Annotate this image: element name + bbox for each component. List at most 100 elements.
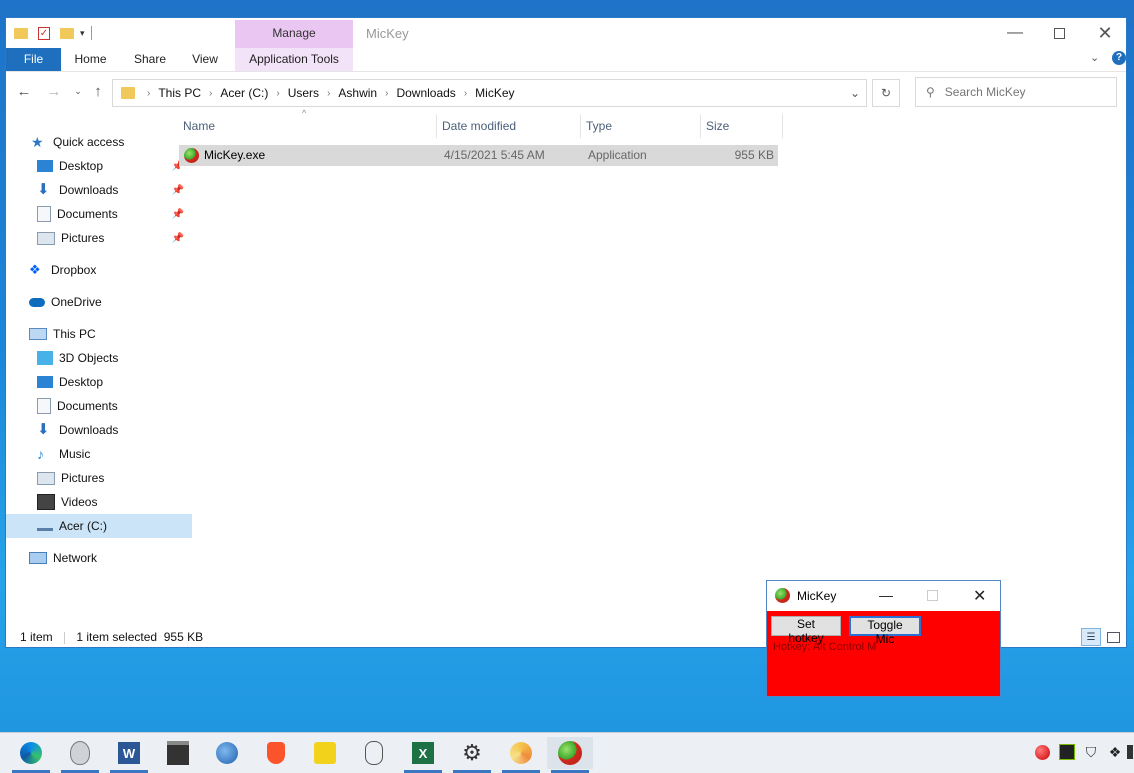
mickey-close-button[interactable]: ✕	[973, 586, 986, 606]
taskbar-edge[interactable]	[8, 737, 54, 773]
column-header-size[interactable]: Size	[701, 114, 783, 138]
breadcrumb-ashwin[interactable]: Ashwin	[338, 86, 377, 100]
up-arrow-icon: ↑	[94, 82, 102, 100]
breadcrumb-users[interactable]: Users	[288, 86, 319, 100]
maximize-button[interactable]	[1036, 18, 1082, 48]
forward-button[interactable]: →	[44, 81, 64, 101]
sidebar-item-acer-c[interactable]: Acer (C:)	[6, 514, 192, 538]
toggle-mic-button[interactable]: Toggle Mic	[849, 616, 921, 646]
tray-mickey[interactable]	[1033, 743, 1051, 761]
taskbar-excel[interactable]: X	[400, 737, 446, 773]
shield-icon: ⛉	[1085, 743, 1097, 760]
pin-icon[interactable]: 📌	[172, 209, 184, 220]
qat-dropdown-icon[interactable]: ▾	[80, 28, 85, 39]
sidebar-item-label: Videos	[61, 495, 98, 509]
new-folder-icon[interactable]	[60, 27, 74, 39]
back-button[interactable]: ←	[14, 81, 34, 101]
tray-shield[interactable]: ⛉	[1082, 743, 1100, 761]
tray-more[interactable]	[1126, 743, 1134, 761]
help-icon[interactable]: ?	[1112, 51, 1126, 65]
sidebar-item-pictures[interactable]: Pictures 📌	[6, 226, 192, 250]
settings-icon: ⚙	[462, 740, 482, 765]
sidebar-item-downloads-pc[interactable]: ⬇ Downloads	[6, 418, 192, 442]
minimize-button[interactable]: —	[992, 18, 1038, 48]
sidebar-item-pictures-pc[interactable]: Pictures	[6, 466, 192, 490]
refresh-button[interactable]: ↻	[872, 79, 900, 107]
sidebar-item-onedrive[interactable]: OneDrive	[6, 290, 184, 314]
tab-share[interactable]: Share	[126, 48, 174, 71]
up-button[interactable]: ↑	[88, 81, 108, 101]
close-button[interactable]: ✕	[1082, 18, 1128, 48]
mickey-minimize-button[interactable]: —	[879, 587, 893, 603]
search-input[interactable]	[942, 84, 1097, 100]
tab-application-tools[interactable]: Application Tools	[235, 48, 353, 71]
details-view-icon: ☰	[1086, 631, 1096, 643]
breadcrumb-separator-icon: ›	[147, 87, 151, 99]
properties-icon[interactable]: ✓	[38, 26, 50, 40]
mickey-window: MicKey — ✕ Set hotkey Toggle Mic Hotkey:…	[766, 580, 1001, 697]
taskbar-alien[interactable]	[57, 737, 103, 773]
breadcrumb-acer-c[interactable]: Acer (C:)	[220, 86, 268, 100]
taskbar-settings[interactable]: ⚙	[449, 737, 495, 773]
mickey-tray-icon	[1034, 744, 1050, 760]
sidebar-item-dropbox[interactable]: ❖ Dropbox	[6, 258, 184, 282]
pinwheel-icon	[510, 742, 532, 764]
breadcrumb-this-pc[interactable]: This PC	[158, 86, 201, 100]
table-row[interactable]: MicKey.exe 4/15/2021 5:45 AM Application…	[179, 145, 778, 166]
column-header-date-modified[interactable]: Date modified	[437, 114, 581, 138]
status-divider	[64, 631, 66, 644]
sidebar-item-music[interactable]: ♪ Music	[6, 442, 192, 466]
details-view-button[interactable]: ☰	[1081, 628, 1101, 646]
taskbar-mickey[interactable]	[547, 737, 593, 773]
taskbar-brave[interactable]	[253, 737, 299, 769]
sidebar-item-desktop-pc[interactable]: Desktop	[6, 370, 192, 394]
breadcrumb-mickey[interactable]: MicKey	[475, 86, 514, 100]
set-hotkey-button[interactable]: Set hotkey	[771, 616, 841, 645]
search-box[interactable]: ⚲	[915, 77, 1117, 107]
address-dropdown-icon[interactable]: ⌄	[850, 86, 860, 100]
taskbar-thunderbird[interactable]	[204, 737, 250, 769]
sidebar-item-documents[interactable]: Documents 📌	[6, 202, 192, 226]
column-header-type[interactable]: Type	[581, 114, 701, 138]
sidebar-item-this-pc[interactable]: This PC	[6, 322, 184, 346]
sidebar-item-desktop[interactable]: Desktop 📌	[6, 154, 192, 178]
breadcrumb-downloads[interactable]: Downloads	[396, 86, 455, 100]
refresh-icon: ↻	[880, 86, 892, 100]
sidebar-item-network[interactable]: Network	[6, 546, 184, 570]
pin-icon[interactable]: 📌	[172, 233, 184, 244]
tab-home[interactable]: Home	[68, 48, 113, 71]
taskbar-tool[interactable]	[351, 737, 397, 769]
recent-locations-button[interactable]: ⌄	[68, 81, 88, 101]
sidebar-item-documents-pc[interactable]: Documents	[6, 394, 192, 418]
quick-access-toolbar: ✓ ▾	[14, 24, 92, 42]
mickey-maximize-button[interactable]	[927, 590, 938, 601]
large-icons-view-button[interactable]	[1104, 628, 1122, 646]
mickey-title: MicKey	[797, 589, 837, 603]
tab-file[interactable]: File	[6, 48, 61, 71]
column-header-name[interactable]: Name	[178, 114, 437, 138]
sidebar-item-quick-access[interactable]: ★ Quick access	[6, 130, 186, 154]
large-icons-view-icon	[1106, 631, 1120, 643]
ribbon-expand-icon[interactable]: ⌄	[1090, 51, 1099, 64]
taskbar-word[interactable]: W	[106, 737, 152, 773]
dropbox-icon: ❖	[1108, 743, 1122, 760]
breadcrumb-separator-icon: ›	[276, 87, 280, 99]
file-type: Application	[588, 148, 647, 162]
qat-divider	[90, 26, 92, 40]
window-title: MicKey	[366, 26, 409, 41]
status-item-count: 1 item	[20, 630, 53, 644]
breadcrumb-separator-icon: ›	[385, 87, 389, 99]
address-bar[interactable]: › This PC › Acer (C:) › Users › Ashwin ›…	[112, 79, 867, 107]
tab-view[interactable]: View	[184, 48, 226, 71]
taskbar-pinwheel[interactable]	[498, 737, 544, 773]
tray-nvidia[interactable]	[1058, 743, 1076, 761]
sidebar-item-videos[interactable]: Videos	[6, 490, 192, 514]
pin-icon[interactable]: 📌	[172, 185, 184, 196]
taskbar-mpc[interactable]	[155, 737, 201, 769]
sidebar-item-3d-objects[interactable]: 3D Objects	[6, 346, 192, 370]
edge-icon	[20, 742, 42, 764]
tray-dropbox[interactable]: ❖	[1106, 743, 1124, 761]
taskbar-player[interactable]	[302, 737, 348, 769]
sidebar-item-downloads[interactable]: ⬇ Downloads 📌	[6, 178, 192, 202]
sidebar-item-label: Downloads	[59, 183, 119, 197]
